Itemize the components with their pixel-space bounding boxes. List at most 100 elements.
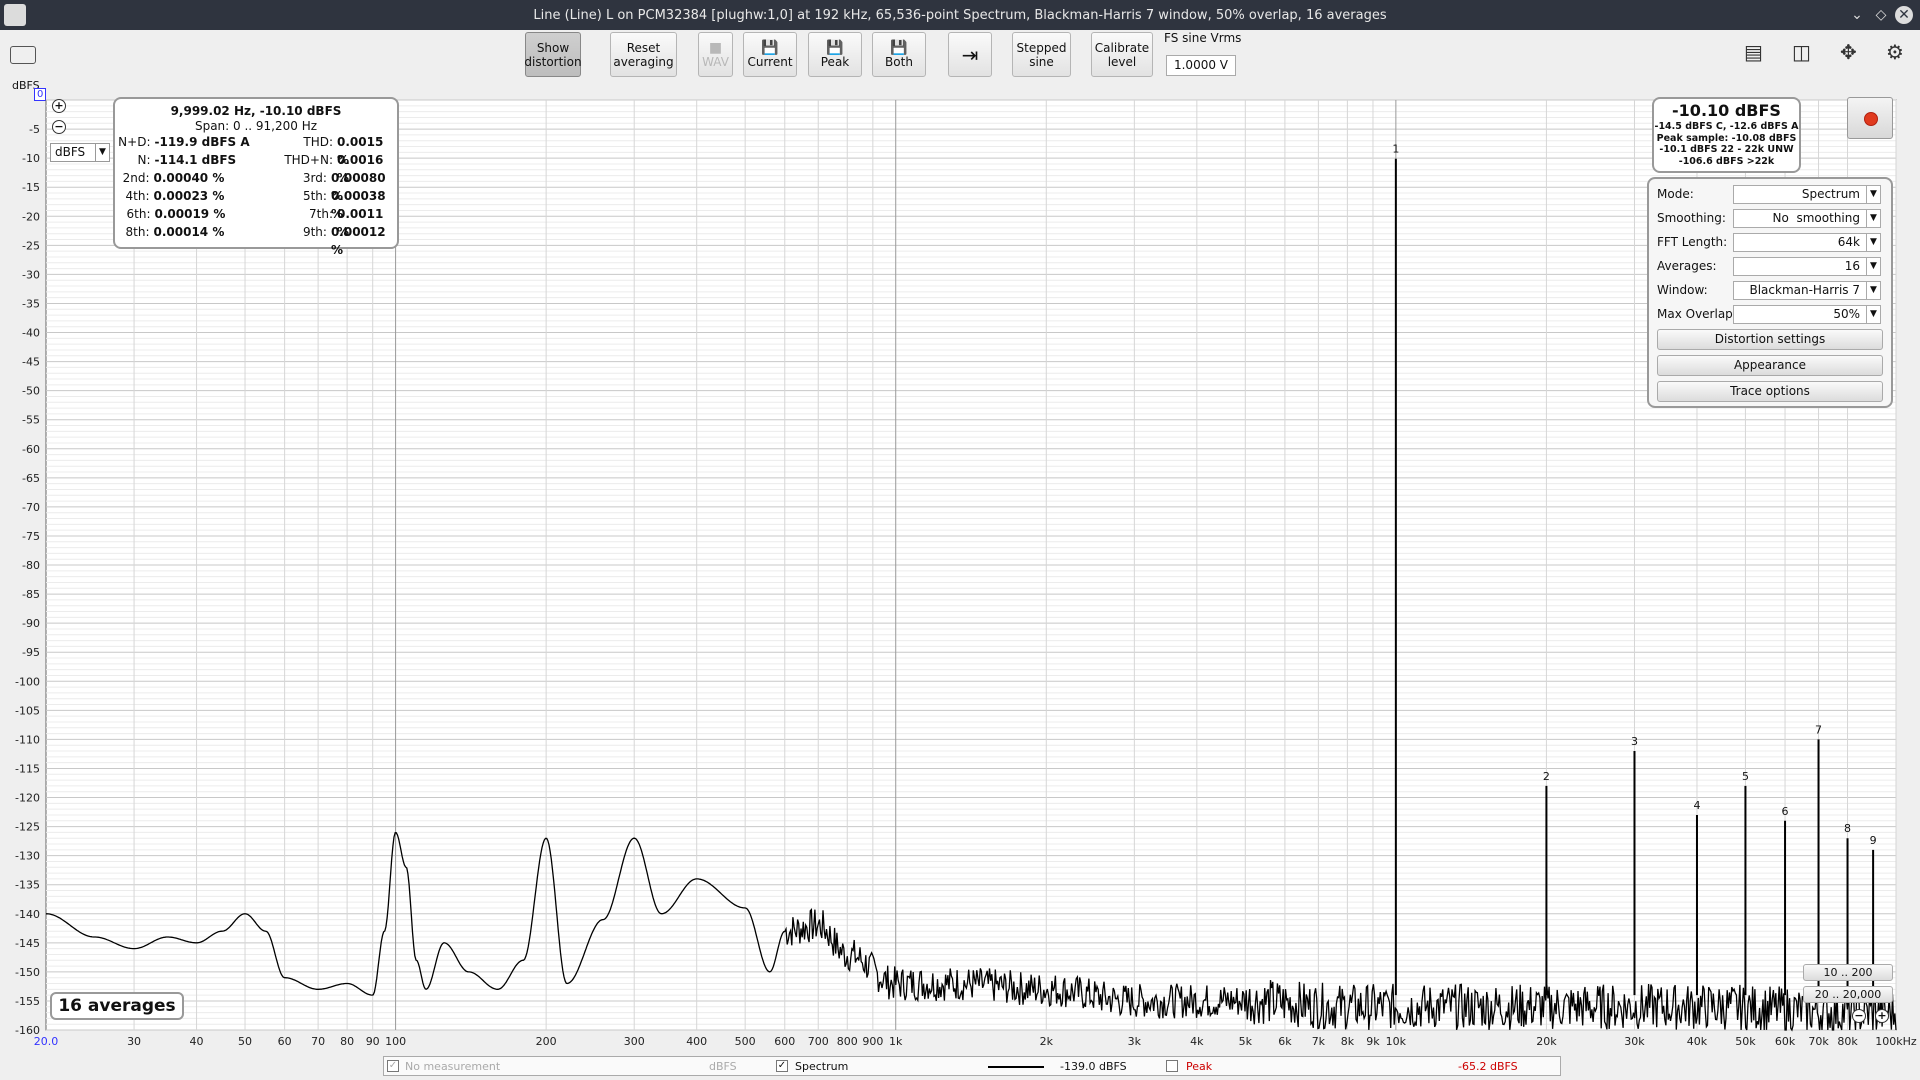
zoom-out-icon[interactable]: − <box>1852 1009 1866 1023</box>
x-tick-label: 4k <box>1190 1035 1204 1048</box>
wav-label: WAV <box>702 54 729 69</box>
peak-checkbox[interactable] <box>1166 1060 1178 1072</box>
no-measurement-label: No measurement <box>405 1060 501 1073</box>
zoom-in-icon[interactable]: + <box>1875 1009 1889 1023</box>
reset-averaging-button[interactable]: Reset averaging <box>610 32 677 77</box>
x-tick-label: 900 <box>862 1035 883 1048</box>
y-tick-label: -40 <box>22 327 40 340</box>
peak-label: Peak <box>820 54 850 69</box>
camera-icon[interactable] <box>10 46 36 64</box>
mode-value: Spectrum <box>1801 187 1860 201</box>
x-tick-label: 40 <box>190 1035 204 1048</box>
y-tick-label: -60 <box>22 443 40 456</box>
readout-l2: 7th: <box>309 207 333 221</box>
smoothing-select[interactable]: No smoothing ▼ <box>1733 209 1881 228</box>
unit-select[interactable]: dBFS ▼ <box>50 143 110 162</box>
y-tick-label: -150 <box>15 966 40 979</box>
unit-select-value: dBFS <box>55 145 86 159</box>
fs-sine-input[interactable]: 1.0000 V <box>1166 55 1236 76</box>
averages-badge: 16 averages <box>50 992 184 1020</box>
overlap-row: Max Overlap: 50% ▼ <box>1657 305 1889 324</box>
y-tick-label: -80 <box>22 559 40 572</box>
x-tick-label: 200 <box>536 1035 557 1048</box>
overlap-value: 50% <box>1833 307 1860 321</box>
close-icon[interactable]: ✕ <box>1895 6 1913 24</box>
mode-select[interactable]: Spectrum ▼ <box>1733 185 1881 204</box>
save-current-button[interactable]: 💾 Current <box>743 32 797 77</box>
readout-row: 6th: 0.00019 % 7th: 0.0011 % <box>115 205 397 239</box>
readout-row: N: -114.1 dBFS THD+N: 0.0016 % <box>115 151 397 185</box>
chevron-down-icon: ▼ <box>1866 234 1880 251</box>
readout-l2: THD+N: <box>284 153 333 167</box>
x-tick-label: 400 <box>686 1035 707 1048</box>
averages-row: Averages: 16 ▼ <box>1657 257 1889 276</box>
averages-value: 16 <box>1844 259 1860 273</box>
no-measurement-checkbox[interactable]: ✓ <box>387 1060 399 1072</box>
save-icon: ■ <box>708 39 723 56</box>
range-button-audio[interactable]: 20 .. 20,000 <box>1803 986 1893 1003</box>
overlap-select[interactable]: 50% ▼ <box>1733 305 1881 324</box>
spectrum-label: Spectrum <box>795 1060 849 1073</box>
import-button[interactable]: ⇥ <box>948 32 992 77</box>
save-icon: 💾 <box>761 39 779 56</box>
x-tick-label: 30 <box>127 1035 141 1048</box>
readout-v2: 0.0011 % <box>337 207 384 239</box>
zoom-in-icon[interactable]: + <box>52 99 66 113</box>
maximize-icon[interactable]: ◇ <box>1872 6 1890 24</box>
window-label: Window: <box>1657 283 1708 297</box>
layout-icon[interactable]: ▤ <box>1744 40 1763 64</box>
y-tick-label: -120 <box>15 792 40 805</box>
y-tick-label: -145 <box>15 937 40 950</box>
distortion-readout: 9,999.02 Hz, -10.10 dBFS Span: 0 .. 91,2… <box>113 97 399 257</box>
fft-length-select[interactable]: 64k ▼ <box>1733 233 1881 252</box>
calibrate-level-button[interactable]: Calibrate level <box>1091 32 1153 77</box>
y-tick-label: -135 <box>15 879 40 892</box>
harmonic-peak-label: 4 <box>1693 799 1700 812</box>
harmonic-peak-label: 9 <box>1870 834 1877 847</box>
x-tick-label: 500 <box>735 1035 756 1048</box>
wav-button[interactable]: ■ WAV <box>698 32 733 77</box>
readout-l1: 4th: <box>125 189 150 203</box>
appearance-button[interactable]: Appearance <box>1657 355 1883 376</box>
spectrum-value: -139.0 dBFS <box>1060 1060 1127 1073</box>
zoom-out-icon[interactable]: − <box>52 120 66 134</box>
x-tick-label: 50k <box>1735 1035 1756 1048</box>
readout-v1: -114.1 dBFS <box>154 153 237 167</box>
spectrum-checkbox[interactable]: ✓ <box>776 1060 788 1072</box>
window-select[interactable]: Blackman-Harris 7 ▼ <box>1733 281 1881 300</box>
stepped-sine-label: Stepped sine <box>1016 40 1067 69</box>
averages-select[interactable]: 16 ▼ <box>1733 257 1881 276</box>
mode-label: Mode: <box>1657 187 1694 201</box>
y-tick-label: -45 <box>22 356 40 369</box>
gear-icon[interactable]: ⚙ <box>1886 40 1904 64</box>
x-tick-label: 8k <box>1341 1035 1355 1048</box>
harmonic-peak-label: 7 <box>1815 723 1822 736</box>
range-button-low[interactable]: 10 .. 200 <box>1803 964 1893 981</box>
readout-span: Span: 0 .. 91,200 Hz <box>194 119 318 133</box>
x-tick-label: 30k <box>1624 1035 1645 1048</box>
show-distortion-button[interactable]: Show distortion <box>524 32 582 77</box>
x-tick-label: 70k <box>1808 1035 1829 1048</box>
readout-v1: 0.00014 % <box>153 225 225 239</box>
fit-icon[interactable]: ✥ <box>1840 40 1857 64</box>
readout-v2: 0.00038 % <box>330 189 386 221</box>
title-bar: Line (Line) L on PCM32384 [plughw:1,0] a… <box>0 0 1920 30</box>
y-tick-label: -115 <box>15 762 40 775</box>
save-both-button[interactable]: 💾 Both <box>872 32 926 77</box>
minimize-icon[interactable]: ⌄ <box>1848 6 1866 24</box>
fs-sine-label: FS sine Vrms <box>1164 31 1242 45</box>
save-peak-button[interactable]: 💾 Peak <box>808 32 862 77</box>
x-tick-label: 20k <box>1536 1035 1557 1048</box>
columns-icon[interactable]: ◫ <box>1792 40 1811 64</box>
window-value: Blackman-Harris 7 <box>1749 283 1860 297</box>
x-tick-label: 100kHz <box>1875 1035 1917 1048</box>
stepped-sine-button[interactable]: Stepped sine <box>1012 32 1071 77</box>
y-tick-label: -100 <box>15 675 40 688</box>
save-icon: 💾 <box>890 39 908 56</box>
record-button[interactable] <box>1847 97 1893 139</box>
distortion-settings-button[interactable]: Distortion settings <box>1657 329 1883 350</box>
trace-options-button[interactable]: Trace options <box>1657 381 1883 402</box>
import-icon: ⇥ <box>961 42 979 67</box>
window-row: Window: Blackman-Harris 7 ▼ <box>1657 281 1889 300</box>
fft-length-value: 64k <box>1837 235 1860 249</box>
